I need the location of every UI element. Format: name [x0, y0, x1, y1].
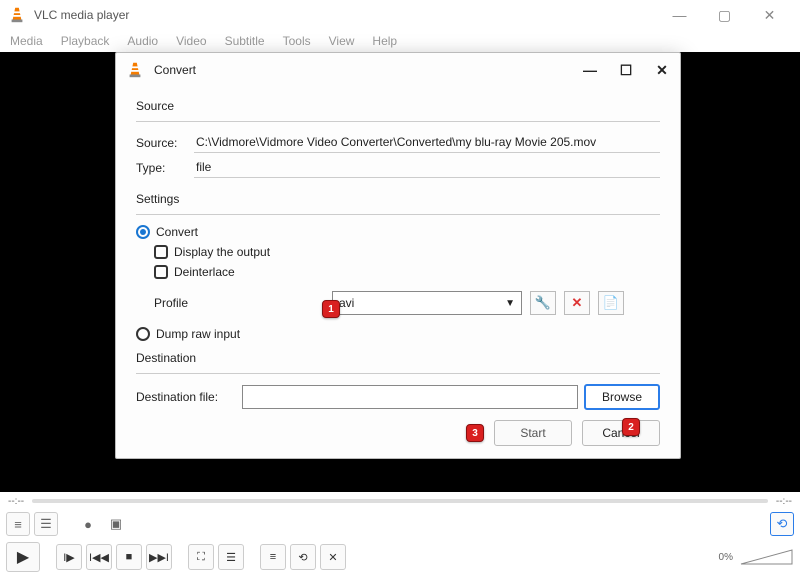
previous-button[interactable]: I◀◀ — [86, 544, 112, 570]
divider — [136, 373, 660, 374]
menu-tools[interactable]: Tools — [283, 34, 311, 48]
annotation-badge-2: 2 — [622, 418, 640, 436]
chevron-down-icon: ▼ — [505, 298, 515, 309]
dialog-close-button[interactable]: ✕ — [654, 62, 670, 78]
loop-button[interactable]: ⟲ — [290, 544, 316, 570]
volume-percent: 0% — [719, 552, 733, 563]
menu-subtitle[interactable]: Subtitle — [225, 34, 265, 48]
shuffle-button[interactable]: ✕ — [320, 544, 346, 570]
type-value: file — [194, 157, 660, 178]
seek-slider[interactable] — [32, 499, 768, 503]
loop-ab-button[interactable]: ⟲ — [770, 512, 794, 536]
vlc-cone-icon — [126, 61, 144, 79]
divider — [136, 214, 660, 215]
edit-profile-button[interactable]: 🔧 — [530, 291, 556, 315]
stop-button[interactable]: ■ — [116, 544, 142, 570]
menu-audio[interactable]: Audio — [127, 34, 158, 48]
destination-file-label: Destination file: — [136, 390, 236, 404]
settings-section-label: Settings — [136, 192, 660, 206]
maximize-button[interactable]: ▢ — [702, 1, 747, 29]
start-button[interactable]: Start — [494, 420, 572, 446]
display-output-label: Display the output — [174, 245, 270, 259]
delete-icon: ✕ — [572, 295, 583, 311]
convert-radio[interactable] — [136, 225, 150, 239]
vlc-cone-icon — [8, 6, 26, 24]
new-profile-button[interactable]: 📄 — [598, 291, 624, 315]
dialog-title: Convert — [154, 63, 582, 77]
menu-help[interactable]: Help — [372, 34, 397, 48]
convert-dialog: Convert — ☐ ✕ Source Source: C:\Vidmore\… — [115, 52, 681, 459]
delete-profile-button[interactable]: ✕ — [564, 291, 590, 315]
frame-step-button[interactable]: I▶ — [56, 544, 82, 570]
wrench-icon: 🔧 — [535, 295, 551, 311]
destination-section-label: Destination — [136, 351, 660, 365]
snapshot-button[interactable]: ▣ — [104, 512, 128, 536]
browse-button[interactable]: Browse — [584, 384, 660, 410]
main-window-title: VLC media player — [34, 8, 657, 22]
dialog-maximize-button[interactable]: ☐ — [618, 62, 634, 78]
annotation-badge-1: 1 — [322, 300, 340, 318]
menu-playback[interactable]: Playback — [61, 34, 110, 48]
playlist-view-button[interactable]: ☰ — [34, 512, 58, 536]
type-label: Type: — [136, 161, 186, 175]
source-section-label: Source — [136, 99, 660, 113]
close-button[interactable]: ✕ — [747, 1, 792, 29]
profile-label: Profile — [154, 296, 324, 310]
new-profile-icon: 📄 — [603, 295, 619, 311]
divider — [136, 121, 660, 122]
deinterlace-label: Deinterlace — [174, 265, 235, 279]
annotation-badge-3: 3 — [466, 424, 484, 442]
next-button[interactable]: ▶▶I — [146, 544, 172, 570]
profile-value: avi — [339, 296, 354, 310]
record-button[interactable]: ● — [76, 512, 100, 536]
cancel-button[interactable]: Cancel — [582, 420, 660, 446]
dump-raw-radio[interactable] — [136, 327, 150, 341]
fullscreen-button[interactable]: ⛶ — [188, 544, 214, 570]
menubar: Media Playback Audio Video Subtitle Tool… — [0, 30, 800, 52]
source-label: Source: — [136, 136, 186, 150]
playlist-toggle-button[interactable]: ≡ — [6, 512, 30, 536]
destination-file-input[interactable] — [242, 385, 578, 409]
main-titlebar: VLC media player — ▢ ✕ — [0, 0, 800, 30]
dump-raw-label: Dump raw input — [156, 327, 240, 341]
playlist-button[interactable]: ≡ — [260, 544, 286, 570]
volume-slider[interactable] — [739, 548, 794, 566]
convert-radio-label: Convert — [156, 225, 198, 239]
profile-select[interactable]: avi ▼ — [332, 291, 522, 315]
display-output-checkbox[interactable] — [154, 245, 168, 259]
menu-view[interactable]: View — [329, 34, 355, 48]
dialog-minimize-button[interactable]: — — [582, 62, 598, 78]
extended-settings-button[interactable]: ☰ — [218, 544, 244, 570]
minimize-button[interactable]: — — [657, 1, 702, 29]
menu-media[interactable]: Media — [10, 34, 43, 48]
menu-video[interactable]: Video — [176, 34, 206, 48]
time-elapsed: --:-- — [8, 496, 24, 507]
deinterlace-checkbox[interactable] — [154, 265, 168, 279]
source-value: C:\Vidmore\Vidmore Video Converter\Conve… — [194, 132, 660, 153]
play-button[interactable]: ▶ — [6, 542, 40, 572]
time-total: --:-- — [776, 496, 792, 507]
